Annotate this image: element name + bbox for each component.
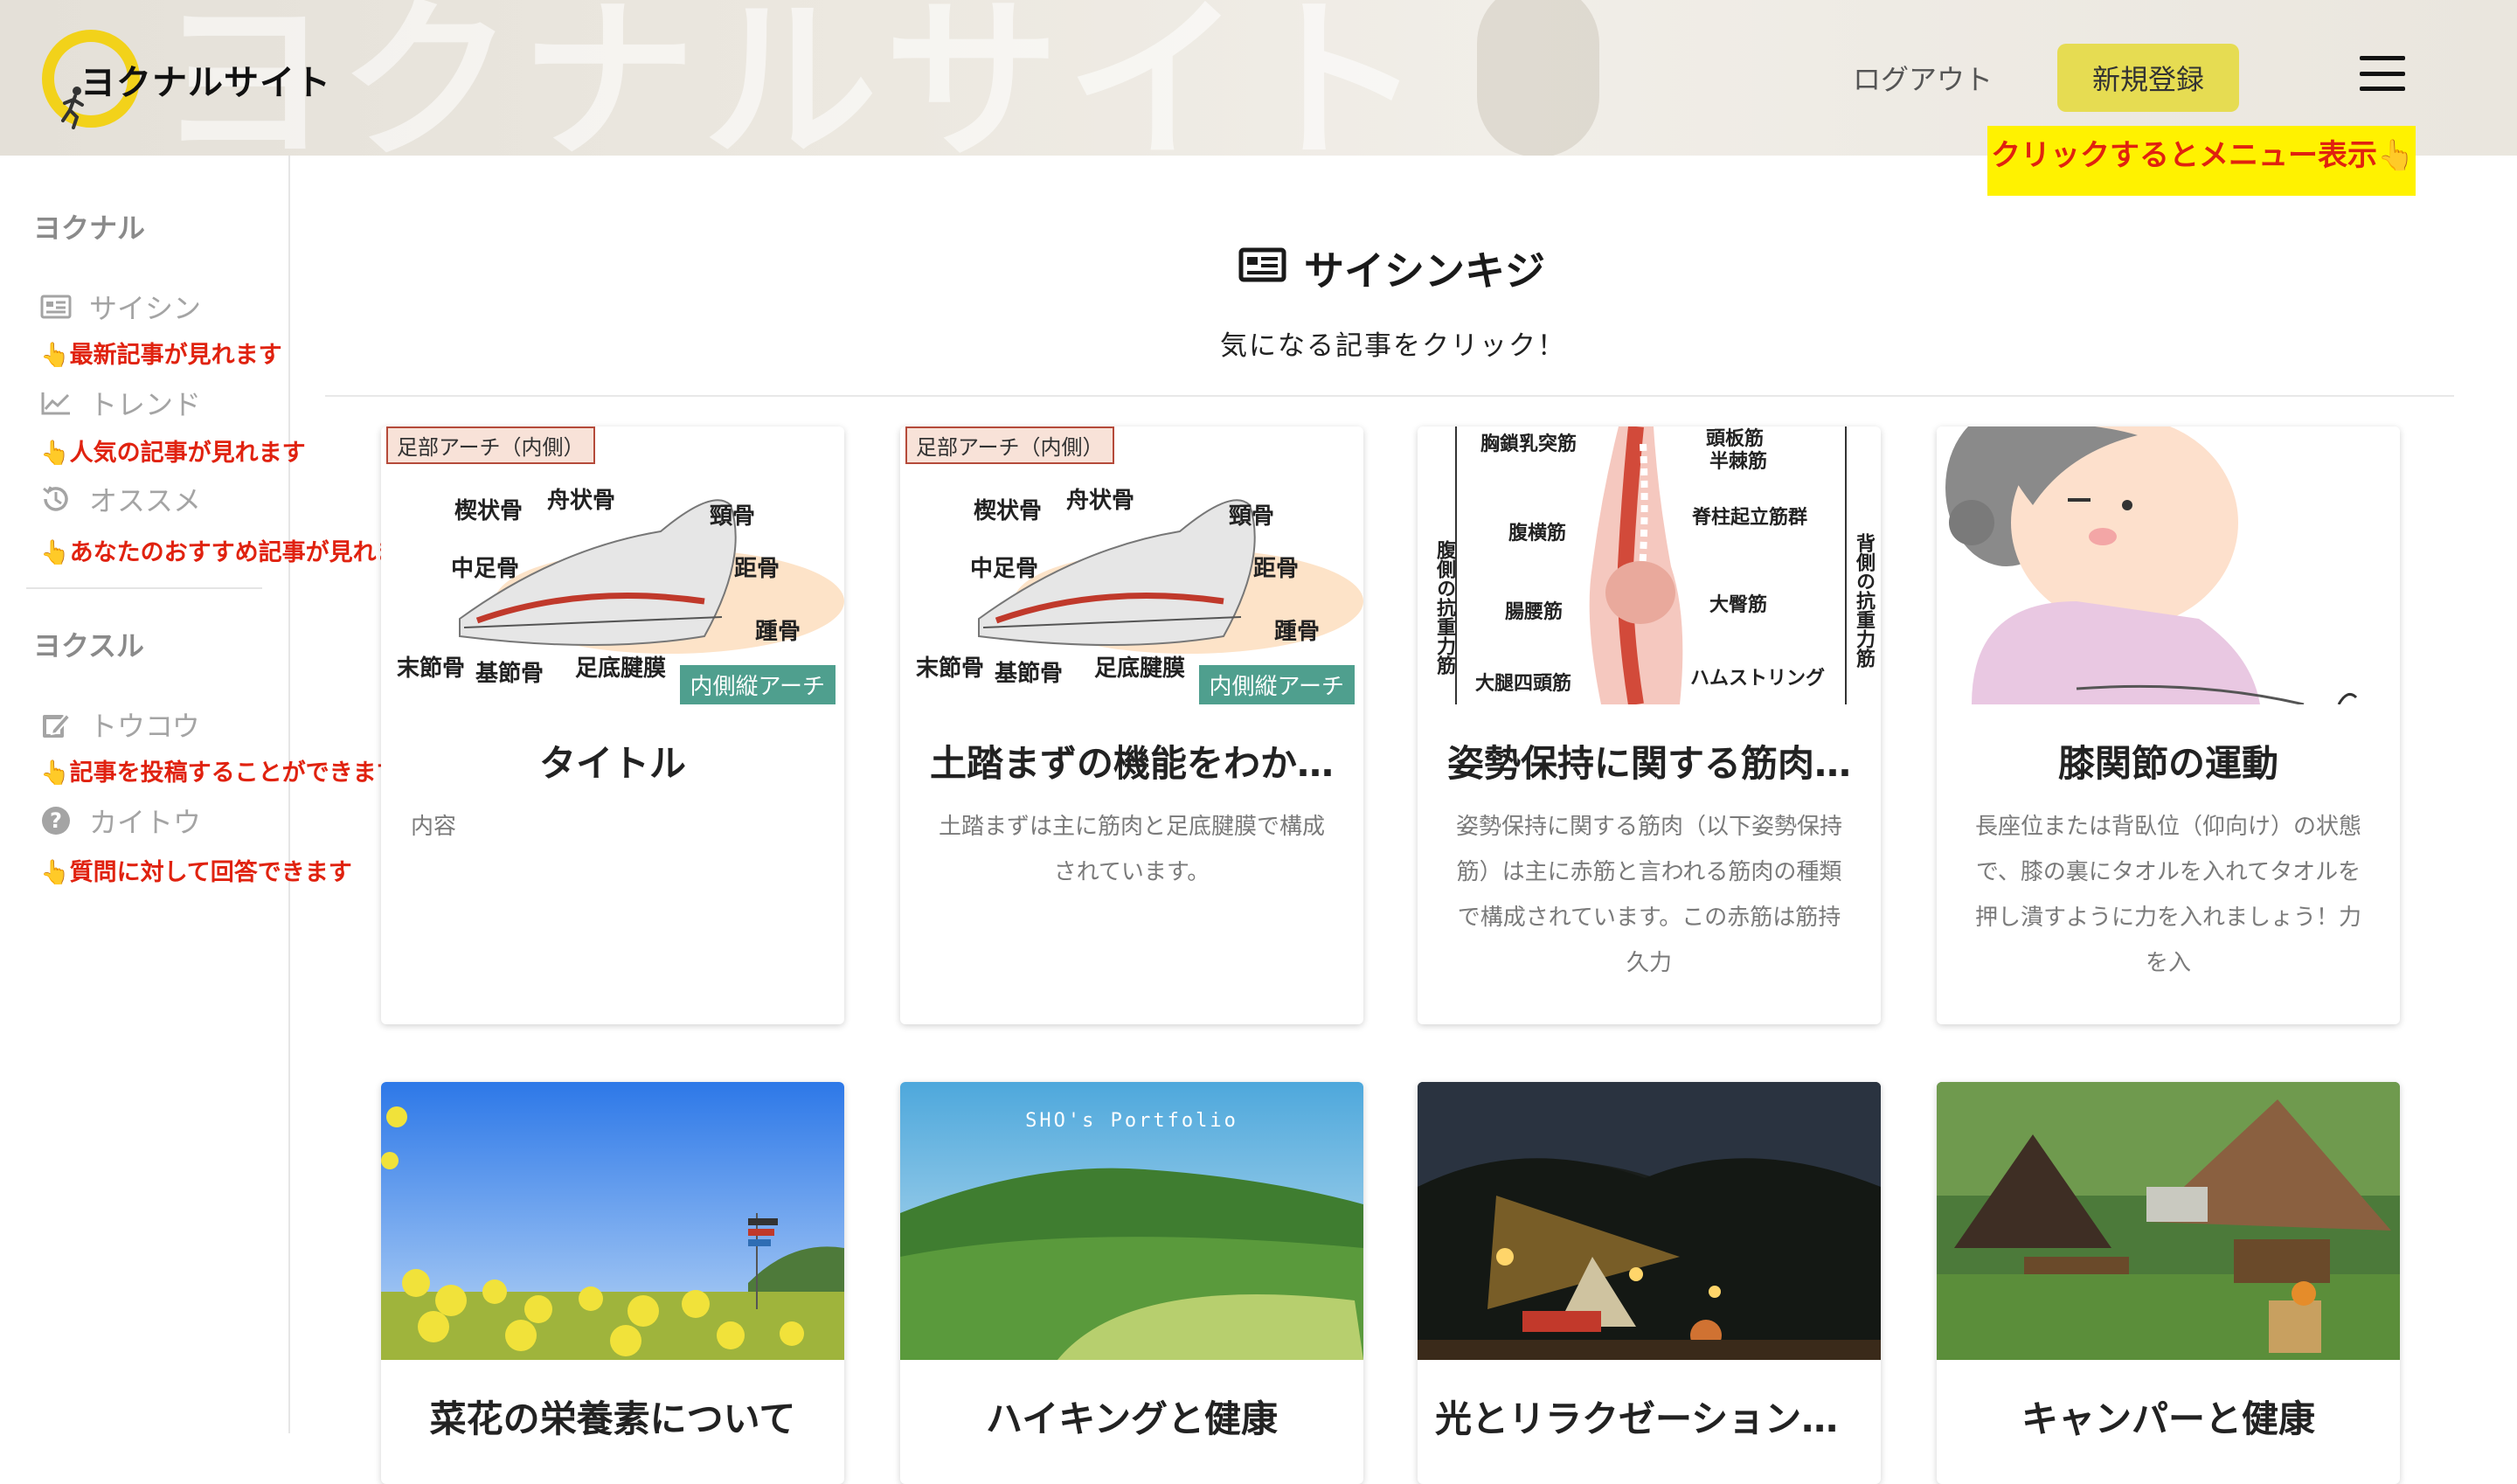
sidebar-item-label: カイトウ xyxy=(89,806,202,839)
card-title: 土踏まずの機能をわか… xyxy=(929,742,1334,785)
diagram-label: 腸腰筋 xyxy=(1505,601,1564,623)
logout-link[interactable]: ログアウト xyxy=(1853,58,1993,98)
elderly-woman-illustration xyxy=(1937,426,2400,704)
green-hill-photo: SHO's Portfolio xyxy=(900,1082,1363,1360)
article-card[interactable]: 膝関節の運動 長座位または背臥位（仰向け）の状態で、膝の裏にタオルを入れてタオル… xyxy=(1937,426,2400,1024)
card-body: 長座位または背臥位（仰向け）の状態で、膝の裏にタオルを入れてタオルを押し潰すよう… xyxy=(1974,814,2361,976)
article-card[interactable]: 胸鎖乳突筋 頭板筋 半棘筋 腹横筋 脊柱起立筋群 腸腰筋 大臀筋 大腿四頭筋 ハ… xyxy=(1418,426,1881,1024)
diagram-label: ハムストリング xyxy=(1690,668,1826,690)
diagram-label: 舟状骨 xyxy=(547,488,616,514)
diagram-badge: 内側縦アーチ xyxy=(679,665,836,704)
sidebar-hint: 👆質問に対して回答できます xyxy=(40,859,352,886)
card-title: タイトル xyxy=(538,742,686,785)
card-title: 姿勢保持に関する筋肉… xyxy=(1446,742,1851,785)
site-logo[interactable]: ヨクナルサイト xyxy=(38,26,330,131)
page-subtitle: 気になる記事をクリック！ xyxy=(1220,330,1566,362)
diagram-label: 胸鎖乳突筋 xyxy=(1480,433,1577,455)
menu-hint-callout: クリックするとメニュー表示👆 xyxy=(1987,126,2416,196)
posture-muscle-diagram: 胸鎖乳突筋 頭板筋 半棘筋 腹横筋 脊柱起立筋群 腸腰筋 大臀筋 大腿四頭筋 ハ… xyxy=(1418,426,1881,704)
diagram-label: 半棘筋 xyxy=(1709,451,1768,473)
page-title: サイシンキジ xyxy=(1238,239,1545,297)
diagram-label: 楔状骨 xyxy=(974,498,1043,524)
card-title: ハイキングと健康 xyxy=(986,1397,1278,1440)
diagram-vertical-label: 背側の抗重力筋 xyxy=(1853,533,1875,668)
diagram-label: 踵骨 xyxy=(755,619,801,645)
diagram-label: 末節骨 xyxy=(397,655,466,682)
svg-text:?: ? xyxy=(50,808,62,833)
campsite-photo xyxy=(1937,1082,2400,1360)
title-divider xyxy=(325,395,2454,397)
rapeseed-field-photo xyxy=(381,1082,844,1360)
diagram-label: 頸骨 xyxy=(1229,503,1275,530)
signup-button[interactable]: 新規登録 xyxy=(2057,44,2239,112)
sidebar-item-toukou[interactable]: トウコウ xyxy=(38,704,200,745)
header-background-figure xyxy=(1477,0,1599,156)
card-title: 膝関節の運動 xyxy=(2057,742,2278,785)
diagram-label: 舟状骨 xyxy=(1066,488,1135,514)
card-title: キャンパーと健康 xyxy=(2021,1397,2315,1440)
hamburger-menu-icon[interactable] xyxy=(2360,56,2405,91)
diagram-label: 基節骨 xyxy=(475,661,544,687)
diagram-label: 大腿四頭筋 xyxy=(1475,673,1572,695)
article-card[interactable]: 光とリラクゼーションの… xyxy=(1418,1082,1881,1484)
sidebar-hint: 👆最新記事が見れます xyxy=(40,342,282,369)
article-card[interactable]: 足部アーチ（内側） 楔状骨 舟状骨 頸骨 中足骨 距骨 踵骨 末節骨 基節骨 足… xyxy=(381,426,844,1024)
diagram-label: 中足骨 xyxy=(451,556,520,582)
diagram-label: 大臀筋 xyxy=(1709,594,1768,616)
diagram-label: 楔状骨 xyxy=(454,498,524,524)
newspaper-icon xyxy=(1238,245,1286,292)
sidebar-section-yokusuru: ヨクスル xyxy=(33,629,145,662)
article-card[interactable]: 足部アーチ（内側） 楔状骨 舟状骨 頸骨 中足骨 距骨 踵骨 末節骨 基節骨 足… xyxy=(900,426,1363,1024)
sidebar-item-trend[interactable]: トレンド xyxy=(38,383,201,423)
sidebar-divider xyxy=(26,587,262,589)
diagram-badge: 内側縦アーチ xyxy=(1198,665,1355,704)
card-title: 菜花の栄養素について xyxy=(429,1397,796,1440)
diagram-label: 腹横筋 xyxy=(1508,523,1567,544)
card-body: 姿勢保持に関する筋肉（以下姿勢保持筋）は主に赤筋と言われる筋肉の種類で構成されて… xyxy=(1455,814,1842,976)
card-title: 光とリラクゼーションの… xyxy=(1435,1397,1863,1440)
diagram-header: 足部アーチ（内側） xyxy=(905,426,1114,464)
diagram-label: 距骨 xyxy=(734,556,780,582)
sidebar-item-label: トウコウ xyxy=(89,710,200,743)
diagram-label: 足底腱膜 xyxy=(575,655,667,682)
card-body: 土踏まずは主に筋肉と足底腱膜で構成されています。 xyxy=(938,814,1325,885)
header-background-art: ヨクナルサイト xyxy=(157,0,1431,156)
sidebar-hint: 👆人気の記事が見れます xyxy=(40,440,306,467)
sidebar-item-label: トレンド xyxy=(89,388,202,421)
logo-text: ヨクナルサイト xyxy=(80,63,331,103)
diagram-label: 頸骨 xyxy=(710,503,756,530)
edit-icon xyxy=(38,707,73,742)
diagram-header: 足部アーチ（内側） xyxy=(386,426,595,464)
photo-caption: SHO's Portfolio xyxy=(1025,1110,1238,1132)
newspaper-icon xyxy=(38,289,73,324)
sidebar-item-osusume[interactable]: オススメ xyxy=(38,479,201,519)
sidebar-section-yokunaru: ヨクナル xyxy=(33,212,146,245)
trend-chart-icon xyxy=(38,385,73,420)
diagram-label: 脊柱起立筋群 xyxy=(1692,507,1808,529)
diagram-label: 足底腱膜 xyxy=(1094,655,1186,682)
article-card[interactable]: 菜花の栄養素について xyxy=(381,1082,844,1484)
diagram-label: 距骨 xyxy=(1253,556,1300,582)
sidebar-item-kaitou[interactable]: ? カイトウ xyxy=(38,801,201,841)
help-circle-icon: ? xyxy=(38,803,73,838)
diagram-vertical-label: 腹側の抗重力筋 xyxy=(1433,540,1455,675)
diagram-label: 基節骨 xyxy=(995,661,1064,687)
sidebar-item-saishin[interactable]: サイシン xyxy=(38,287,201,327)
page-title-text: サイシンキジ xyxy=(1304,247,1545,295)
sidebar-hint: 👆あなたのおすすめ記事が見れます xyxy=(40,539,424,566)
card-body: 内容 xyxy=(411,814,457,840)
history-icon xyxy=(38,482,73,517)
diagram-label: 末節骨 xyxy=(916,655,985,682)
diagram-label: 中足骨 xyxy=(970,556,1039,582)
article-card[interactable]: キャンパーと健康 xyxy=(1937,1082,2400,1484)
article-card[interactable]: SHO's Portfolio ハイキングと健康 xyxy=(900,1082,1363,1484)
night-camp-photo xyxy=(1418,1082,1881,1360)
foot-arch-diagram: 足部アーチ（内側） 楔状骨 舟状骨 頸骨 中足骨 距骨 踵骨 末節骨 基節骨 足… xyxy=(900,426,1363,704)
sidebar: ヨクナル サイシン 👆最新記事が見れます トレンド 👆人気の記事が見れます オス… xyxy=(0,156,424,1433)
sidebar-hint: 👆記事を投稿することができます xyxy=(40,759,400,787)
foot-arch-diagram: 足部アーチ（内側） 楔状骨 舟状骨 頸骨 中足骨 距骨 踵骨 末節骨 基節骨 足… xyxy=(381,426,844,704)
sidebar-item-label: サイシン xyxy=(89,292,202,325)
sidebar-item-label: オススメ xyxy=(89,484,202,517)
diagram-label: 踵骨 xyxy=(1274,619,1321,645)
